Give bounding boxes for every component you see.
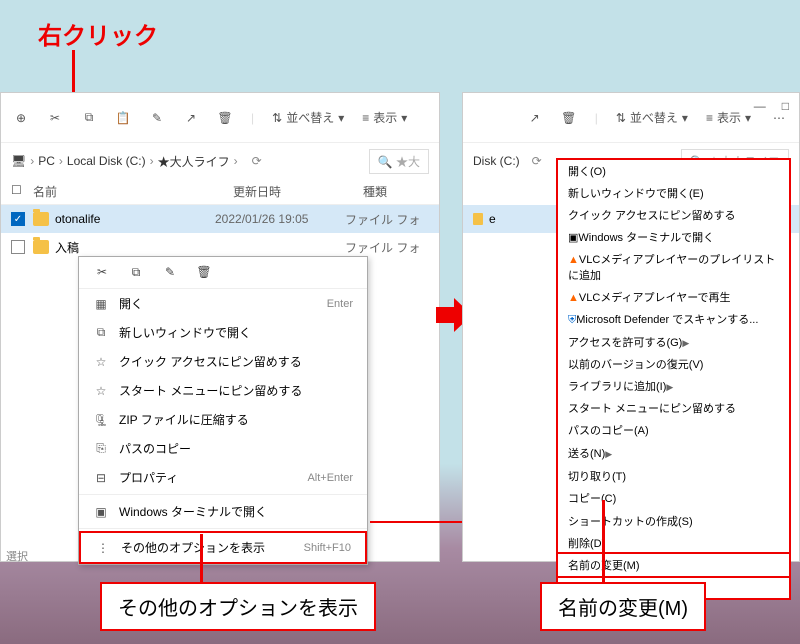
menu-vlc-play[interactable]: ▲VLCメディアプレイヤーで再生 (558, 286, 789, 308)
menu-open-new-window[interactable]: ⧉新しいウィンドウで開く (79, 318, 367, 347)
menu-add-library[interactable]: ライブラリに追加(I)▶ (558, 375, 789, 397)
menu-open[interactable]: 開く(O) (558, 160, 789, 182)
search-input[interactable]: 🔍 ★大 (369, 149, 429, 174)
menu-open[interactable]: ▦開くEnter (79, 289, 367, 318)
status-text: 選択 (6, 548, 28, 564)
delete-icon[interactable]: 🗑 (561, 110, 577, 126)
menu-properties[interactable]: ⊟プロパティAlt+Enter (79, 463, 367, 492)
menu-copy-path[interactable]: ⎘パスのコピー (79, 434, 367, 463)
delete-icon[interactable]: 🗑 (217, 110, 233, 126)
sort-button[interactable]: 並べ替え ▾ (616, 109, 688, 126)
view-button[interactable]: 表示 ▾ (706, 109, 751, 126)
menu-copy[interactable]: コピー(C) (558, 487, 789, 509)
context-menu-win11: ✂ ⧉ ✎ 🗑 ▦開くEnter ⧉新しいウィンドウで開く ☆クイック アクセス… (78, 256, 368, 565)
menu-pin-start[interactable]: ☆スタート メニューにピン留めする (79, 376, 367, 405)
new-icon[interactable]: ⊕ (13, 110, 29, 126)
rename-icon[interactable]: ✎ (149, 110, 165, 126)
callout-stem (602, 500, 605, 582)
context-quick-actions: ✂ ⧉ ✎ 🗑 (79, 257, 367, 289)
view-button[interactable]: 表示 ▾ (362, 109, 407, 126)
delete-icon[interactable]: 🗑 (195, 265, 213, 280)
menu-restore-previous[interactable]: 以前のバージョンの復元(V) (558, 353, 789, 375)
menu-send-to[interactable]: 送る(N)▶ (558, 442, 789, 464)
menu-open-terminal[interactable]: ▣Windows ターミナルで開く (558, 226, 789, 248)
menu-pin-quick-access[interactable]: クイック アクセスにピン留めする (558, 204, 789, 226)
menu-rename[interactable]: 名前の変更(M) (556, 552, 791, 578)
rename-icon[interactable]: ✎ (161, 265, 179, 280)
toolbar: ↗ 🗑 | 並べ替え ▾ 表示 ▾ ⋯ (463, 93, 799, 143)
pc-icon: 🖥 (11, 154, 26, 168)
maximize-button[interactable]: □ (782, 99, 789, 113)
menu-delete[interactable]: 削除(D) (558, 532, 789, 554)
annotation-label-more-options: その他のオプションを表示 (100, 582, 376, 631)
sort-button[interactable]: 並べ替え ▾ (272, 109, 344, 126)
menu-open-terminal[interactable]: ▣Windows ターミナルで開く (79, 497, 367, 526)
window-controls: — □ (754, 99, 789, 113)
copy-icon[interactable]: ⧉ (127, 265, 145, 280)
menu-create-shortcut[interactable]: ショートカットの作成(S) (558, 510, 789, 532)
checkbox[interactable]: ✓ (11, 212, 25, 226)
minimize-button[interactable]: — (754, 99, 766, 113)
column-headers[interactable]: ☐ 名前 更新日時 種類 (1, 179, 439, 205)
file-row[interactable]: ✓ otonalife 2022/01/26 19:05 ファイル フォ (1, 205, 439, 233)
share-icon[interactable]: ↗ (527, 110, 543, 126)
cut-icon[interactable]: ✂ (47, 110, 63, 126)
menu-vlc-add-playlist[interactable]: ▲VLCメディアプレイヤーのプレイリストに追加 (558, 248, 789, 286)
menu-compress-zip[interactable]: 🗜ZIP ファイルに圧縮する (79, 405, 367, 434)
copy-icon[interactable]: ⧉ (81, 110, 97, 126)
annotation-label-rename: 名前の変更(M) (540, 582, 706, 631)
callout-stem (200, 534, 203, 582)
file-list: ✓ otonalife 2022/01/26 19:05 ファイル フォ 入稿 … (1, 205, 439, 261)
menu-copy-path[interactable]: パスのコピー(A) (558, 419, 789, 441)
paste-icon[interactable]: 📋 (115, 110, 131, 126)
folder-icon (33, 240, 49, 254)
menu-show-more-options[interactable]: ⋮その他のオプションを表示Shift+F10 (79, 531, 367, 564)
toolbar: ⊕ ✂ ⧉ 📋 ✎ ↗ 🗑 | 並べ替え ▾ 表示 ▾ (1, 93, 439, 143)
cut-icon[interactable]: ✂ (93, 265, 111, 280)
folder-icon (33, 212, 49, 226)
menu-cut[interactable]: 切り取り(T) (558, 465, 789, 487)
menu-pin-quick-access[interactable]: ☆クイック アクセスにピン留めする (79, 347, 367, 376)
annotation-right-click: 右クリック (38, 16, 158, 51)
menu-defender-scan[interactable]: ⛨Microsoft Defender でスキャンする... (558, 308, 789, 330)
checkbox[interactable] (11, 240, 25, 254)
menu-grant-access[interactable]: アクセスを許可する(G)▶ (558, 331, 789, 353)
refresh-icon[interactable]: ⟳ (252, 154, 262, 168)
refresh-icon[interactable]: ⟳ (532, 154, 542, 168)
menu-open-new-window[interactable]: 新しいウィンドウで開く(E) (558, 182, 789, 204)
context-menu-classic: 開く(O) 新しいウィンドウで開く(E) クイック アクセスにピン留めする ▣W… (556, 158, 791, 600)
menu-pin-start[interactable]: スタート メニューにピン留めする (558, 397, 789, 419)
share-icon[interactable]: ↗ (183, 110, 199, 126)
address-bar[interactable]: 🖥 ›PC ›Local Disk (C:) ›★大人ライフ › ⟳ 🔍 ★大 (1, 143, 439, 179)
